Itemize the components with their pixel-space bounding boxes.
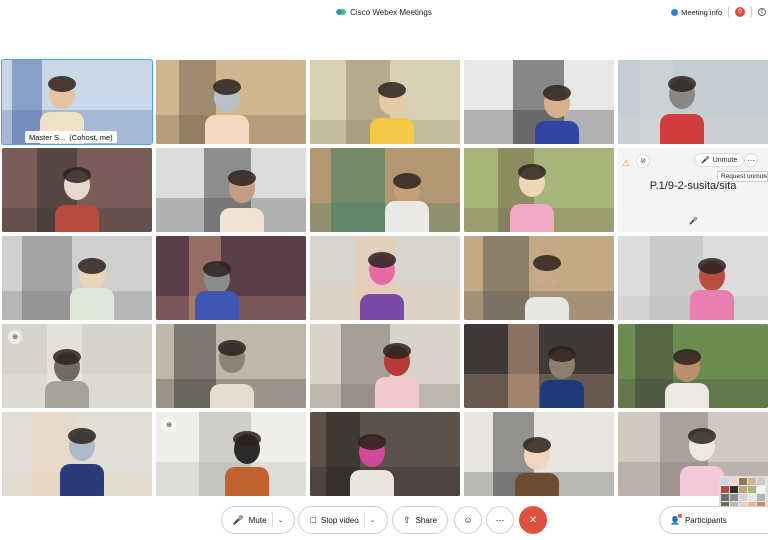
leave-meeting-button[interactable]: ✕ — [519, 506, 547, 534]
microphone-muted-icon: 🎤 — [689, 218, 698, 225]
video-frame — [156, 236, 306, 320]
video-frame — [464, 60, 614, 144]
participant-name: Master S... — [29, 132, 66, 142]
video-frame — [2, 236, 152, 320]
participant-video-tile[interactable] — [310, 60, 460, 144]
video-frame — [310, 412, 460, 496]
participant-video-tile[interactable] — [2, 236, 152, 320]
video-frame — [2, 324, 152, 408]
unmute-label: Unmute — [712, 156, 738, 164]
video-frame — [618, 60, 768, 144]
mute-label: Mute — [248, 515, 267, 525]
video-frame — [156, 324, 306, 408]
participants-label: Participants — [684, 515, 727, 525]
participant-video-tile[interactable] — [310, 324, 460, 408]
microphone-muted-icon: 🎤 — [701, 157, 710, 164]
microphone-icon: 🎤 — [232, 514, 244, 525]
meeting-info-button[interactable]: Meeting info — [671, 8, 722, 17]
notification-badge[interactable]: 0 — [735, 7, 745, 17]
video-grid: Master S... (Cohost, me) ⚠ ⊘ 🎤 Unmute ⋯ P.1/9-2… — [1, 59, 768, 497]
chevron-down-icon[interactable]: ⌄ — [370, 516, 376, 524]
participant-video-tile[interactable] — [156, 236, 306, 320]
title-divider — [751, 7, 752, 17]
participant-video-tile[interactable]: ⚠ ⊘ 🎤 Unmute ⋯ P.1/9-2-susita/sita 🎤 — [618, 148, 768, 232]
smiley-icon: ☺ — [463, 515, 473, 525]
request-unmute-tooltip: Request unmute — [717, 171, 768, 182]
tile-more-icon[interactable]: ⋯ — [744, 153, 758, 167]
title-bar-right: Meeting info 0 c — [671, 0, 768, 24]
participant-video-tile[interactable] — [618, 324, 768, 408]
video-frame — [156, 60, 306, 144]
pin-icon[interactable]: ⊕ — [162, 418, 176, 432]
mute-button[interactable]: 🎤 Mute ⌄ — [221, 506, 295, 534]
participant-video-tile[interactable] — [464, 324, 614, 408]
more-options-button[interactable]: ⋯ — [486, 506, 514, 534]
warning-icon: ⚠ — [622, 158, 631, 168]
participants-button[interactable]: 👤 Participants — [659, 506, 768, 534]
video-camera-icon: □ — [310, 515, 316, 525]
button-divider — [271, 512, 273, 528]
unmute-button[interactable]: 🎤 Unmute — [694, 153, 745, 167]
video-frame — [464, 324, 614, 408]
video-frame — [310, 60, 460, 144]
participant-video-tile[interactable] — [156, 148, 306, 232]
share-label: Share — [415, 515, 437, 525]
participant-role: (Cohost, me) — [69, 132, 113, 142]
video-frame — [2, 412, 152, 496]
participant-video-tile[interactable]: Master S... (Cohost, me) — [1, 59, 153, 145]
participants-alert-dot — [678, 514, 682, 518]
camera-off-icon[interactable]: ⊘ — [636, 154, 650, 168]
participant-video-tile[interactable] — [464, 412, 614, 496]
reactions-button[interactable]: ☺ — [454, 506, 482, 534]
stop-video-label: Stop video — [320, 515, 359, 525]
app-title: Cisco Webex Meetings — [350, 7, 432, 17]
video-frame — [2, 148, 152, 232]
title-bar: Cisco Webex Meetings Meeting info 0 c — [0, 0, 768, 24]
share-icon: ⇧ — [403, 514, 411, 525]
chevron-down-icon[interactable]: ⌄ — [278, 516, 284, 524]
participant-video-tile[interactable]: ⊕ — [2, 324, 152, 408]
video-frame — [618, 236, 768, 320]
app-title-group: Cisco Webex Meetings — [336, 8, 432, 17]
close-icon: ✕ — [528, 514, 538, 526]
meeting-controls: 🎤 Mute ⌄ □ Stop video ⌄ ⇧ Share ☺ ⋯ ✕ 👤 … — [0, 506, 768, 534]
video-frame — [618, 324, 768, 408]
pin-icon[interactable]: ⊕ — [8, 330, 22, 344]
webex-meeting-window: Cisco Webex Meetings Meeting info 0 c Ma… — [0, 0, 768, 540]
video-frame — [310, 148, 460, 232]
more-icon: ⋯ — [495, 514, 505, 525]
video-frame — [310, 324, 460, 408]
title-divider — [728, 7, 729, 17]
participant-video-tile[interactable] — [310, 148, 460, 232]
stop-video-button[interactable]: □ Stop video ⌄ — [298, 506, 388, 534]
participant-video-tile[interactable] — [2, 412, 152, 496]
participant-video-tile[interactable] — [618, 236, 768, 320]
video-frame — [310, 236, 460, 320]
participant-video-tile[interactable] — [156, 60, 306, 144]
participant-video-tile[interactable] — [310, 236, 460, 320]
webex-logo-icon — [336, 9, 346, 15]
participant-video-tile[interactable] — [156, 324, 306, 408]
video-frame — [156, 412, 306, 496]
video-frame — [156, 148, 306, 232]
video-frame — [464, 148, 614, 232]
participant-video-tile[interactable]: ⊕ — [156, 412, 306, 496]
participant-video-tile[interactable] — [464, 148, 614, 232]
share-button[interactable]: ⇧ Share — [392, 506, 448, 534]
participant-video-tile[interactable] — [2, 148, 152, 232]
participant-video-tile[interactable] — [464, 60, 614, 144]
info-icon — [671, 8, 679, 16]
participant-video-tile[interactable] — [310, 412, 460, 496]
participant-name-label: Master S... (Cohost, me) — [25, 131, 117, 143]
meeting-info-label: Meeting info — [681, 7, 722, 17]
participant-video-tile[interactable] — [618, 60, 768, 144]
video-frame — [464, 236, 614, 320]
help-icon[interactable]: c — [758, 8, 766, 16]
participant-video-tile[interactable] — [464, 236, 614, 320]
button-divider — [363, 512, 365, 528]
video-frame — [464, 412, 614, 496]
